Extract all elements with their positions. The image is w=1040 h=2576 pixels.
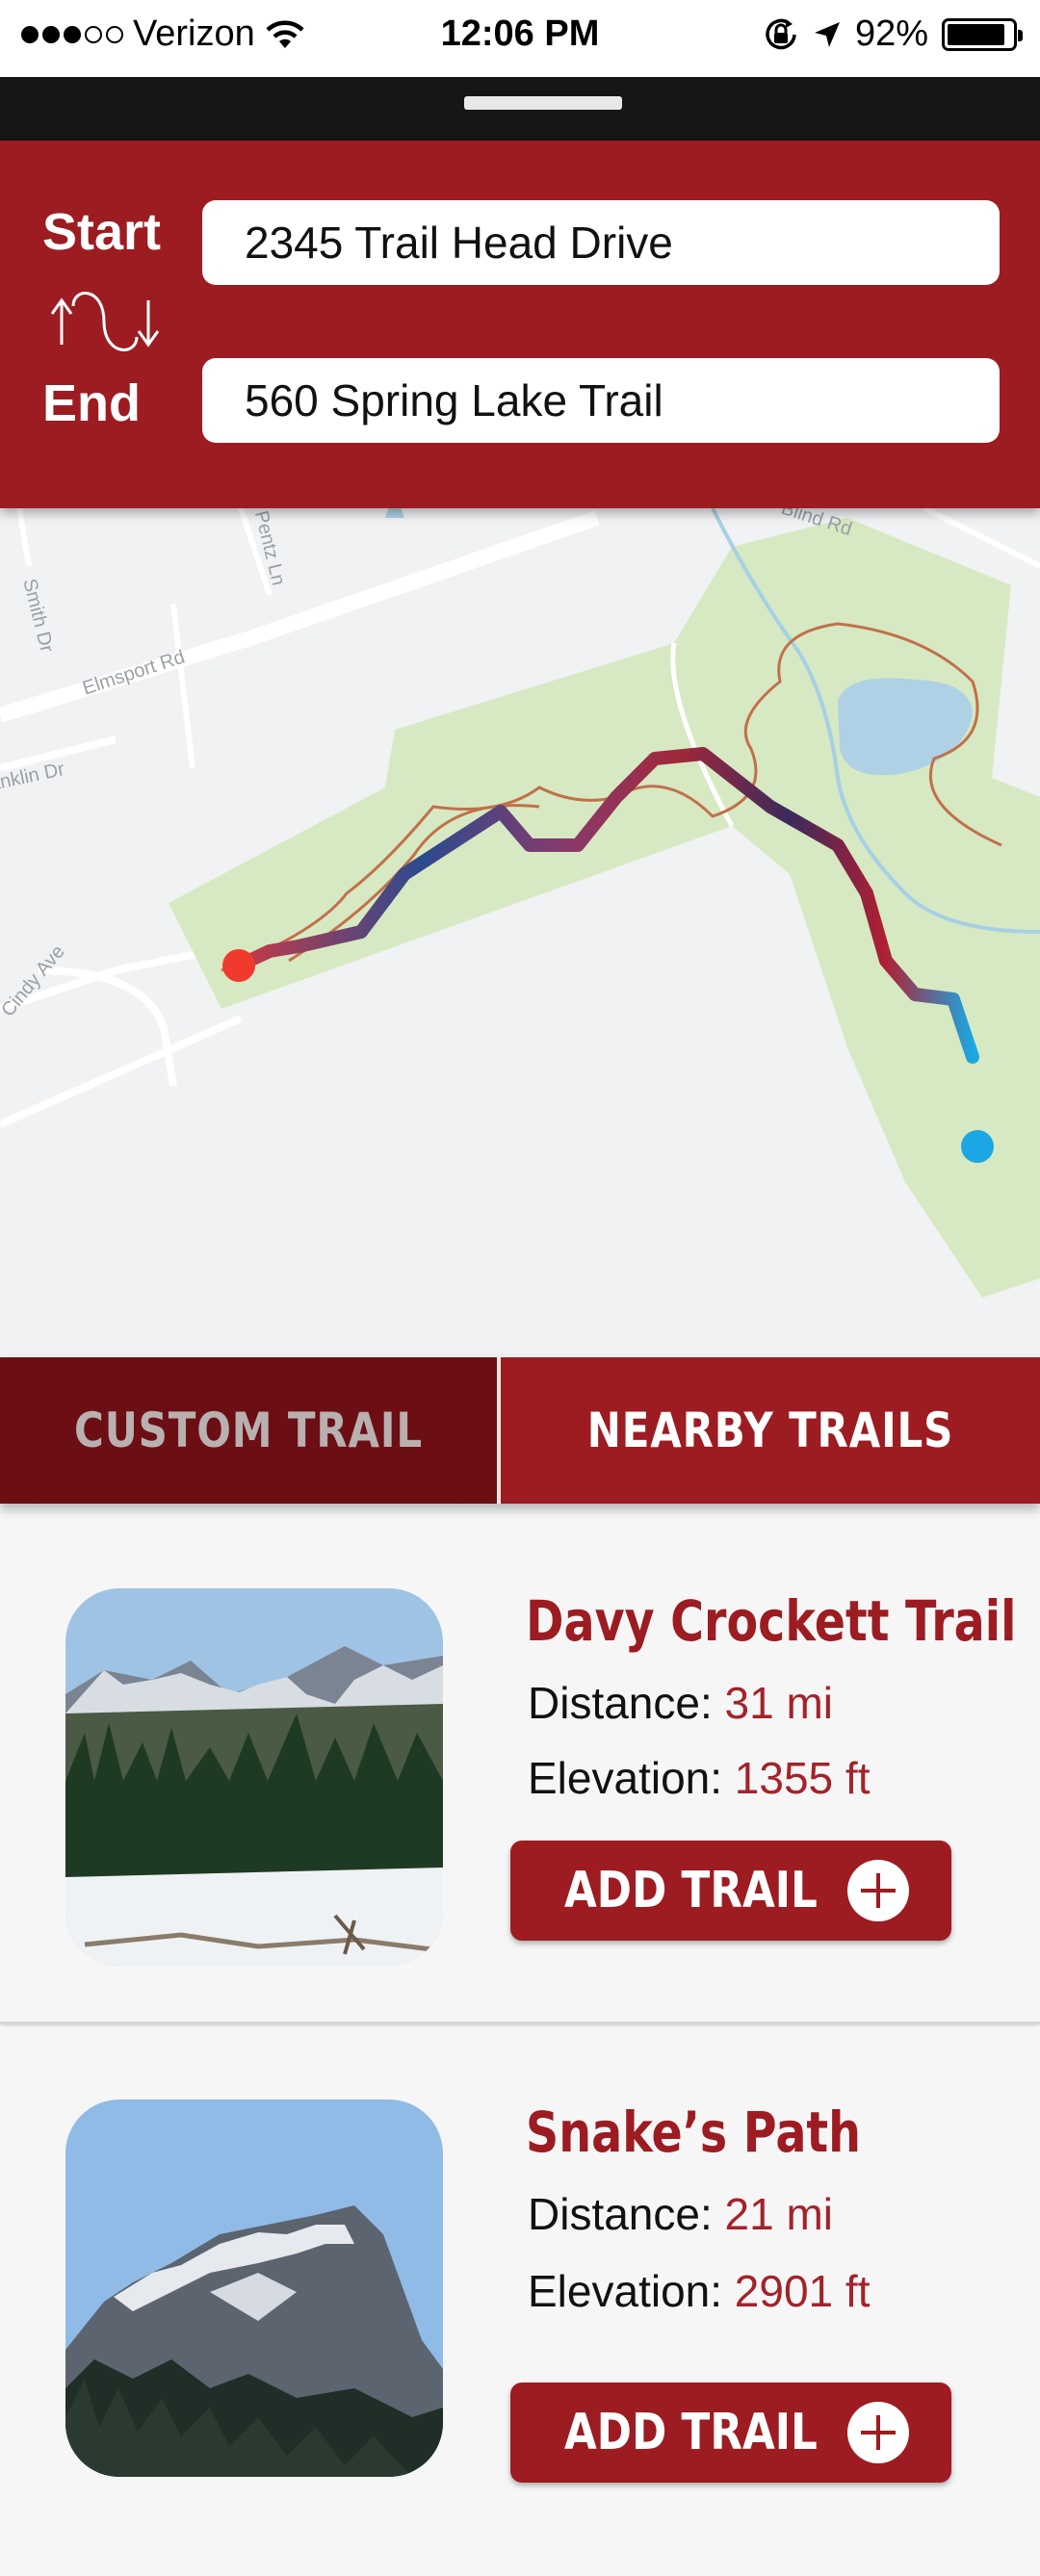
distance-label: Distance: (528, 2189, 713, 2239)
elevation-label: Elevation: (528, 2266, 723, 2316)
map-canvas (0, 508, 1040, 1298)
add-trail-label: ADD TRAIL (564, 1862, 818, 1919)
drag-handle[interactable] (464, 96, 622, 110)
trail-card: Snake’s Path Distance: 21 mi Elevation: … (0, 2026, 1040, 2576)
trail-name: Snake’s Path (526, 2099, 862, 2165)
trail-distance: Distance: 21 mi (528, 2188, 833, 2240)
route-panel: Start 2345 Trail Head Drive End 560 Spri… (0, 141, 1040, 508)
tab-custom-trail-label: CUSTOM TRAIL (39, 1357, 457, 1504)
rotation-lock-icon (766, 18, 796, 49)
distance-value: 21 mi (724, 2189, 834, 2239)
trail-photo (65, 1588, 443, 1966)
battery-icon (942, 17, 1023, 51)
plus-icon (847, 2402, 909, 2463)
add-trail-label: ADD TRAIL (564, 2404, 818, 2461)
trail-elevation: Elevation: 1355 ft (528, 1752, 870, 1804)
add-trail-button[interactable]: ADD TRAIL (510, 1841, 951, 1941)
elevation-value: 1355 ft (734, 1753, 871, 1803)
trail-card: Davy Crockett Trail Distance: 31 mi Elev… (0, 1513, 1040, 2024)
tab-nearby-trails[interactable]: NEARBY TRAILS (497, 1357, 1040, 1504)
trail-photo (65, 2099, 443, 2477)
sheet-top-bar (0, 77, 1040, 141)
elevation-label: Elevation: (528, 1753, 723, 1803)
trail-map[interactable]: Elmsport Rd Pentz Ln Smith Dr Franklin D… (0, 508, 1040, 1357)
trail-tabs: CUSTOM TRAIL NEARBY TRAILS (0, 1357, 1040, 1504)
swap-route-icon[interactable] (50, 285, 160, 358)
route-end-marker (961, 1130, 994, 1163)
battery-percentage: 92% (854, 13, 928, 54)
status-bar: Verizon 12:06 PM 92% (0, 0, 1040, 77)
status-right-group: 92% (763, 13, 1023, 55)
distance-value: 31 mi (724, 1678, 834, 1728)
end-label: End (42, 374, 141, 432)
trail-elevation: Elevation: 2901 ft (528, 2265, 870, 2317)
distance-label: Distance: (528, 1678, 713, 1728)
elevation-value: 2901 ft (734, 2266, 871, 2316)
route-start-marker (222, 949, 255, 982)
trail-distance: Distance: 31 mi (528, 1677, 833, 1729)
start-label: Start (42, 203, 162, 261)
trail-name: Davy Crockett Trail (526, 1588, 1017, 1654)
add-trail-button[interactable]: ADD TRAIL (510, 2383, 951, 2483)
tab-nearby-trails-label: NEARBY TRAILS (543, 1357, 998, 1504)
location-arrow-icon (814, 21, 840, 47)
start-address-input[interactable]: 2345 Trail Head Drive (202, 200, 1000, 285)
tab-custom-trail[interactable]: CUSTOM TRAIL (0, 1357, 497, 1504)
plus-icon (847, 1860, 909, 1921)
end-address-input[interactable]: 560 Spring Lake Trail (202, 358, 1000, 443)
